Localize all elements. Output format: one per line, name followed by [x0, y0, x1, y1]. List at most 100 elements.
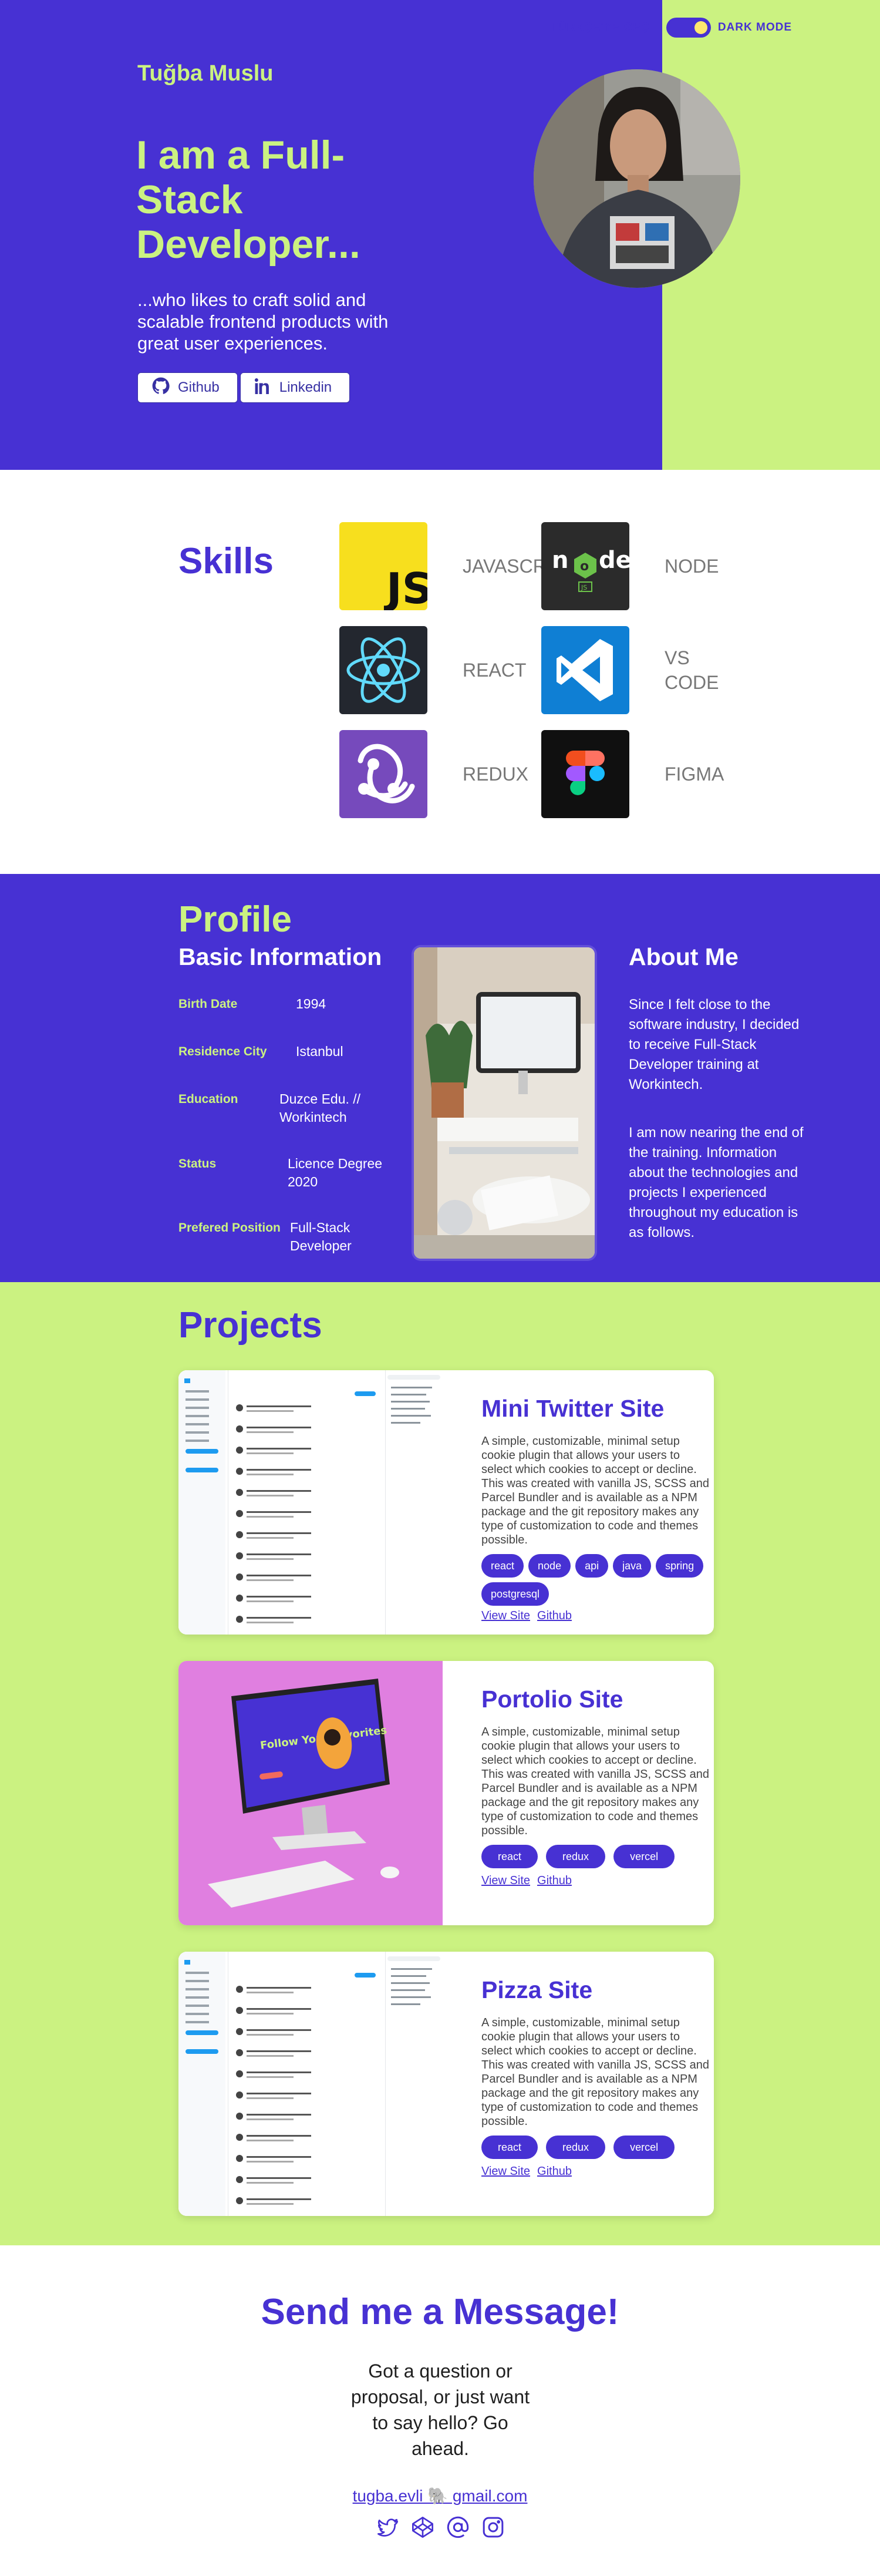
project-card-body: Pizza Site A simple, customizable, minim… [481, 1976, 710, 2178]
tag: node [528, 1554, 571, 1578]
project-description: A simple, customizable, minimal setup co… [481, 2016, 709, 2128]
svg-text:n: n [552, 547, 568, 574]
github-button[interactable]: Github [137, 372, 238, 403]
profile-heading: Profile [178, 899, 292, 940]
social-links [0, 2516, 880, 2539]
profile-section: Profile Basic Information Birth Date 199… [0, 874, 880, 1282]
project-description: A simple, customizable, minimal setup co… [481, 1726, 709, 1837]
project-card-body: Mini Twitter Site A simple, customizable… [481, 1395, 710, 1623]
dark-mode-toggle[interactable]: DARK MODE [666, 18, 792, 38]
github-button-label: Github [178, 379, 220, 395]
linkedin-icon [254, 378, 271, 398]
github-link[interactable]: Github [537, 1609, 572, 1623]
info-label-birth-date: Birth Date [178, 997, 238, 1011]
info-value-birth-date: 1994 [296, 996, 326, 1011]
twitter-icon[interactable] [376, 2516, 399, 2539]
linkedin-button[interactable]: Linkedin [240, 372, 350, 403]
skill-name: NODE [665, 556, 719, 577]
skill-name: FIGMA [665, 764, 724, 785]
skill-name: REACT [463, 660, 527, 681]
contact-text: Got a question or proposal, or just want… [350, 2360, 530, 2459]
project-title: Pizza Site [481, 1976, 593, 2003]
codepen-icon[interactable] [411, 2516, 434, 2539]
about-paragraph: Since I felt close to the software indus… [629, 997, 800, 1092]
tag: vercel [613, 2136, 675, 2159]
hero-subtitle: ...who likes to craft solid and scalable… [137, 290, 389, 354]
hero-title: I am a Full-Stack Developer... [136, 133, 360, 267]
skill-node: n o de JS NODE [541, 522, 741, 610]
skill-name: VS CODE [665, 647, 719, 693]
view-site-link[interactable]: View Site [481, 1609, 530, 1623]
project-links: View Site Github [481, 2165, 710, 2178]
project-links: View Site Github [481, 1874, 710, 1888]
svg-text:o: o [580, 559, 589, 574]
email-link[interactable]: tugba.evli 🐘 gmail.com [0, 2486, 880, 2506]
skill-name: JAVASCRIPT [463, 556, 576, 577]
info-value-preferred-position: Full-Stack Developer [290, 1220, 352, 1253]
tag: redux [546, 2136, 606, 2159]
figma-icon [541, 730, 629, 818]
project-card: Mini Twitter Site A simple, customizable… [178, 1370, 714, 1635]
skills-section: Skills JS JAVASCRIPT n o de JS NODE REAC… [0, 470, 880, 874]
project-card-body: Portolio Site A simple, customizable, mi… [481, 1686, 710, 1888]
instagram-icon[interactable] [481, 2516, 505, 2539]
skill-figma: FIGMA [541, 730, 741, 818]
project-tags: react redux vercel [481, 2136, 710, 2159]
info-label-education: Education [178, 1092, 238, 1106]
javascript-icon: JS [339, 522, 427, 610]
tag: react [481, 1554, 524, 1578]
tag: java [613, 1554, 652, 1578]
view-site-link[interactable]: View Site [481, 1874, 530, 1888]
project-description: A simple, customizable, minimal setup co… [481, 1435, 709, 1546]
dark-mode-label: DARK MODE [717, 21, 792, 33]
tag: postgresql [481, 1582, 549, 1606]
project-links: View Site Github [481, 1609, 710, 1623]
language-switch-link[interactable]: TÜRKÇE'YE GEÇ [551, 21, 649, 34]
react-icon [339, 626, 427, 714]
project-tags: react redux vercel [481, 1845, 710, 1868]
tag: react [481, 2136, 538, 2159]
contact-heading: Send me a Message! [261, 2292, 619, 2332]
projects-heading: Projects [178, 1305, 322, 1346]
project-screenshot [178, 1952, 443, 2216]
skill-javascript: JS JAVASCRIPT [339, 522, 576, 610]
project-card: Follow Your Favorites Portolio Site A si… [178, 1661, 714, 1925]
info-value-education: Duzce Edu. // Workintech [279, 1091, 361, 1125]
project-title: Mini Twitter Site [481, 1395, 665, 1422]
tag: spring [656, 1554, 704, 1578]
github-link[interactable]: Github [537, 2165, 572, 2178]
project-card: Pizza Site A simple, customizable, minim… [178, 1952, 714, 2216]
github-link[interactable]: Github [537, 1874, 572, 1888]
about-paragraph: I am now nearing the end of the training… [629, 1125, 804, 1240]
svg-text:de: de [599, 547, 629, 574]
linkedin-button-label: Linkedin [279, 379, 332, 395]
skill-react: REACT [339, 626, 539, 714]
profile-photo [414, 947, 595, 1259]
vscode-icon [541, 626, 629, 714]
tag: react [481, 1845, 538, 1868]
toggle-knob [694, 21, 707, 34]
projects-section: Projects Mini Twitter Site A simple, cus… [0, 1282, 880, 2245]
info-label-status: Status [178, 1157, 217, 1171]
brand-name: Tuğba Muslu [137, 61, 274, 86]
project-title: Portolio Site [481, 1686, 623, 1713]
project-screenshot [178, 1370, 443, 1635]
top-bar: TÜRKÇE'YE GEÇ DARK MODE [551, 18, 792, 38]
at-icon[interactable] [446, 2516, 470, 2539]
view-site-link[interactable]: View Site [481, 2165, 530, 2178]
hero-buttons: Github Linkedin [137, 372, 350, 403]
basic-info-heading: Basic Information [178, 943, 382, 970]
profile-avatar [534, 69, 740, 288]
toggle-switch[interactable] [666, 18, 711, 38]
contact-section: Send me a Message! Got a question or pro… [0, 2245, 880, 2576]
skill-vscode: VS CODE [541, 626, 741, 714]
tag: redux [546, 1845, 606, 1868]
info-label-preferred-position: Prefered Position [178, 1221, 281, 1235]
github-icon [152, 377, 170, 399]
hero-section: TÜRKÇE'YE GEÇ DARK MODE Tuğba Muslu I am… [0, 0, 880, 470]
svg-text:JS: JS [581, 584, 587, 591]
svg-text:JS: JS [383, 564, 427, 610]
skill-name: REDUX [463, 764, 529, 785]
project-tags: react node api java spring postgresql [481, 1554, 714, 1606]
info-value-status: Licence Degree 2020 [288, 1156, 383, 1189]
